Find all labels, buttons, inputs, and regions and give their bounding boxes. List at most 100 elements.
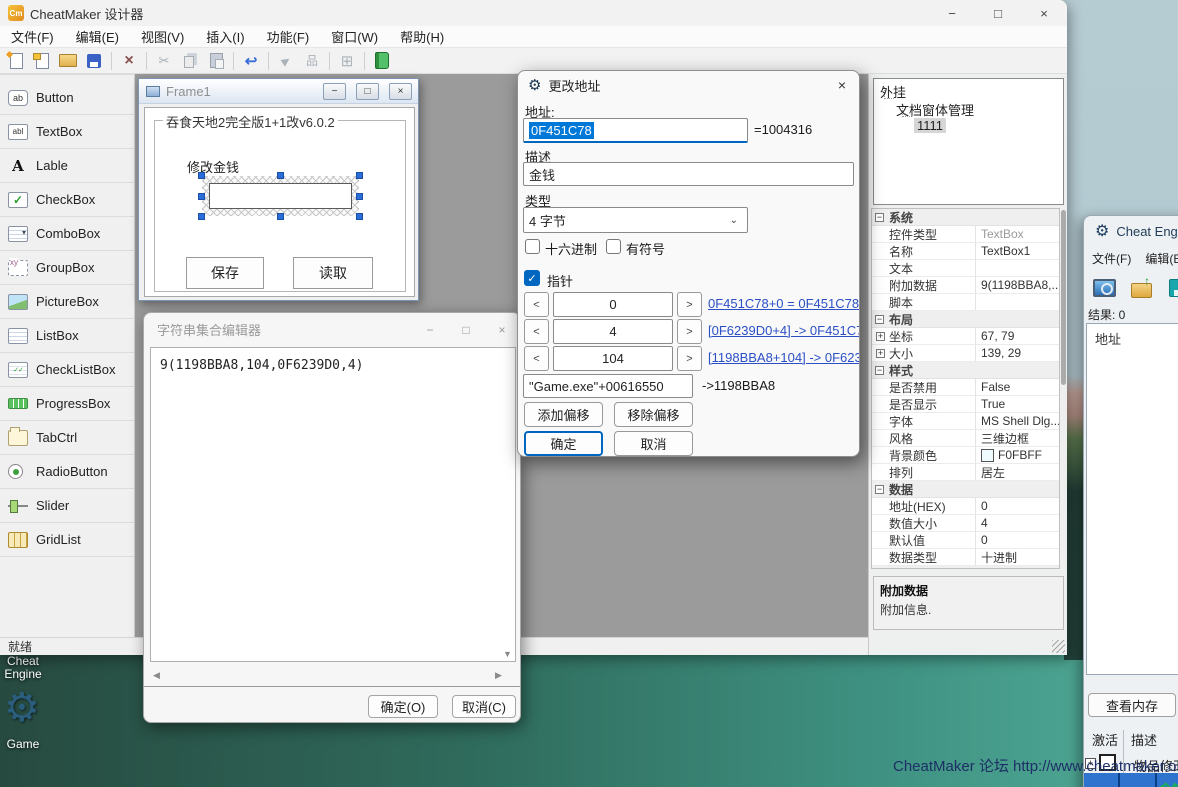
copy-icon[interactable] [178, 50, 202, 72]
active-column-header[interactable]: 激活 [1092, 730, 1118, 749]
frame1-minimize-button[interactable]: − [323, 83, 346, 100]
signed-checkbox[interactable] [606, 239, 621, 254]
grid-icon[interactable] [335, 50, 359, 72]
frame1-canvas[interactable]: 吞食天地2完全版1+1改v6.0.2 修改金钱 保存 读取 [144, 107, 415, 297]
book-icon[interactable] [370, 50, 394, 72]
expand-icon[interactable] [876, 349, 885, 358]
paste-icon[interactable] [204, 50, 228, 72]
toolbox-item-lable[interactable]: Lable [0, 149, 134, 183]
tree-node-root[interactable]: 外挂 [880, 82, 906, 101]
property-row[interactable]: 是否显示True [872, 396, 1059, 413]
toolbox-item-listbox[interactable]: ListBox [0, 319, 134, 353]
pointer-checkbox[interactable]: ✓ [524, 270, 540, 286]
hierarchy-icon[interactable] [300, 50, 324, 72]
dialog-titlebar[interactable]: ⚙ 更改地址 × [518, 71, 859, 99]
toolbox-item-textbox[interactable]: TextBox [0, 115, 134, 149]
cheat-engine-gear-icon[interactable]: ⚙ [4, 686, 40, 730]
ce-menu-edit[interactable]: 编辑(E) [1145, 250, 1178, 267]
property-row[interactable]: 字体MS Shell Dlg... [872, 413, 1059, 430]
selection-handle-n[interactable] [277, 172, 284, 179]
tree-node-form-manager[interactable]: 文档窗体管理 [896, 100, 974, 119]
offset-decrease-button[interactable]: < [524, 346, 549, 371]
selected-textbox-control[interactable] [202, 176, 359, 216]
string-editor-cancel-button[interactable]: 取消(C) [452, 695, 516, 718]
property-row[interactable]: 控件类型TextBox [872, 226, 1059, 243]
property-row[interactable]: 文本 [872, 260, 1059, 277]
property-row[interactable]: 排列居左 [872, 464, 1059, 481]
open-table-icon[interactable] [1126, 274, 1156, 302]
toolbox-item-radiobutton[interactable]: RadioButton [0, 455, 134, 489]
add-offset-button[interactable]: 添加偏移 [524, 402, 603, 427]
designed-label[interactable]: 修改金钱 [187, 157, 239, 176]
save-table-icon[interactable] [1163, 274, 1178, 302]
description-input[interactable]: 金钱 [523, 162, 854, 186]
designed-textbox[interactable] [209, 183, 352, 209]
cancel-button[interactable]: 取消 [614, 431, 693, 456]
undo-icon[interactable] [239, 50, 263, 72]
scroll-left-icon[interactable]: ◀ [153, 670, 160, 681]
menu-file[interactable]: 文件(F) [0, 27, 65, 46]
toolbox-item-button[interactable]: Button [0, 81, 134, 115]
toolbox-item-groupbox[interactable]: GroupBox [0, 251, 134, 285]
property-row[interactable]: 脚本 [872, 294, 1059, 311]
toolbox-item-checklistbox[interactable]: CheckListBox [0, 353, 134, 387]
property-row[interactable]: 坐标67, 79 [872, 328, 1059, 345]
selection-handle-nw[interactable] [198, 172, 205, 179]
offset-input-0[interactable]: 0 [553, 292, 673, 317]
maximize-button[interactable]: □ [975, 0, 1021, 26]
string-editor-ok-button[interactable]: 确定(O) [368, 695, 438, 718]
minimize-button[interactable]: − [929, 0, 975, 26]
collapse-icon[interactable] [875, 213, 884, 222]
string-editor-close-button[interactable]: × [484, 313, 520, 346]
hex-checkbox-label[interactable]: 十六进制 [545, 239, 597, 258]
frame1-close-button[interactable]: × [389, 83, 412, 100]
selection-handle-w[interactable] [198, 193, 205, 200]
delete-icon[interactable] [117, 50, 141, 72]
address-column-header[interactable]: 地址 [1087, 324, 1178, 348]
string-editor-maximize-button[interactable]: □ [448, 313, 484, 346]
frame1-maximize-button[interactable]: □ [356, 83, 379, 100]
open-icon[interactable] [56, 50, 80, 72]
offset-increase-button[interactable]: > [677, 319, 702, 344]
property-category-data[interactable]: 数据 [872, 481, 1059, 498]
cut-icon[interactable] [152, 50, 176, 72]
expand-icon[interactable] [876, 332, 885, 341]
menu-insert[interactable]: 插入(I) [195, 27, 255, 46]
dialog-close-button[interactable]: × [825, 71, 859, 99]
read-button[interactable]: 读取 [293, 257, 373, 289]
toolbox-item-slider[interactable]: Slider [0, 489, 134, 523]
selection-handle-se[interactable] [356, 213, 363, 220]
hex-checkbox[interactable] [525, 239, 540, 254]
scroll-down-icon[interactable]: ▼ [503, 649, 512, 659]
select-icon[interactable] [274, 50, 298, 72]
property-row-bgcolor[interactable]: 背景颜色F0FBFF [872, 447, 1059, 464]
property-row[interactable]: 地址(HEX)0 [872, 498, 1059, 515]
property-category-style[interactable]: 样式 [872, 362, 1059, 379]
toolbox-item-picturebox[interactable]: PictureBox [0, 285, 134, 319]
menu-function[interactable]: 功能(F) [256, 27, 321, 46]
main-titlebar[interactable]: Cm CheatMaker 设计器 − □ × [0, 0, 1067, 26]
view-memory-button[interactable]: 查看内存 [1088, 693, 1176, 717]
frame1-titlebar[interactable]: Frame1 − □ × [139, 79, 418, 104]
description-column-header[interactable]: 描述 [1131, 730, 1157, 749]
save-button[interactable]: 保存 [186, 257, 264, 289]
collapse-icon[interactable] [875, 315, 884, 324]
offset-input-2[interactable]: 104 [553, 346, 673, 371]
type-dropdown[interactable]: 4 字节 ⌄ [523, 207, 748, 233]
scrollbar-thumb[interactable] [1061, 210, 1066, 385]
selection-handle-ne[interactable] [356, 172, 363, 179]
toolbox-item-progressbox[interactable]: ProgressBox [0, 387, 134, 421]
offset-input-1[interactable]: 4 [553, 319, 673, 344]
string-editor-textarea[interactable]: 9(1198BBA8,104,0F6239D0,4) [150, 347, 516, 662]
menu-view[interactable]: 视图(V) [130, 27, 195, 46]
pointer-resolve-link-0[interactable]: 0F451C78+0 = 0F451C78 [708, 296, 859, 311]
menu-edit[interactable]: 编辑(E) [65, 27, 130, 46]
selection-handle-s[interactable] [277, 213, 284, 220]
pointer-resolve-link-2[interactable]: [1198BBA8+104] -> 0F6239D0 [708, 350, 860, 365]
save-icon[interactable] [82, 50, 106, 72]
property-row[interactable]: 名称TextBox1 [872, 243, 1059, 260]
offset-increase-button[interactable]: > [677, 292, 702, 317]
pointer-resolve-link-1[interactable]: [0F6239D0+4] -> 0F451C78 [708, 323, 860, 338]
scroll-right-icon[interactable]: ▶ [495, 670, 502, 681]
remove-offset-button[interactable]: 移除偏移 [614, 402, 693, 427]
